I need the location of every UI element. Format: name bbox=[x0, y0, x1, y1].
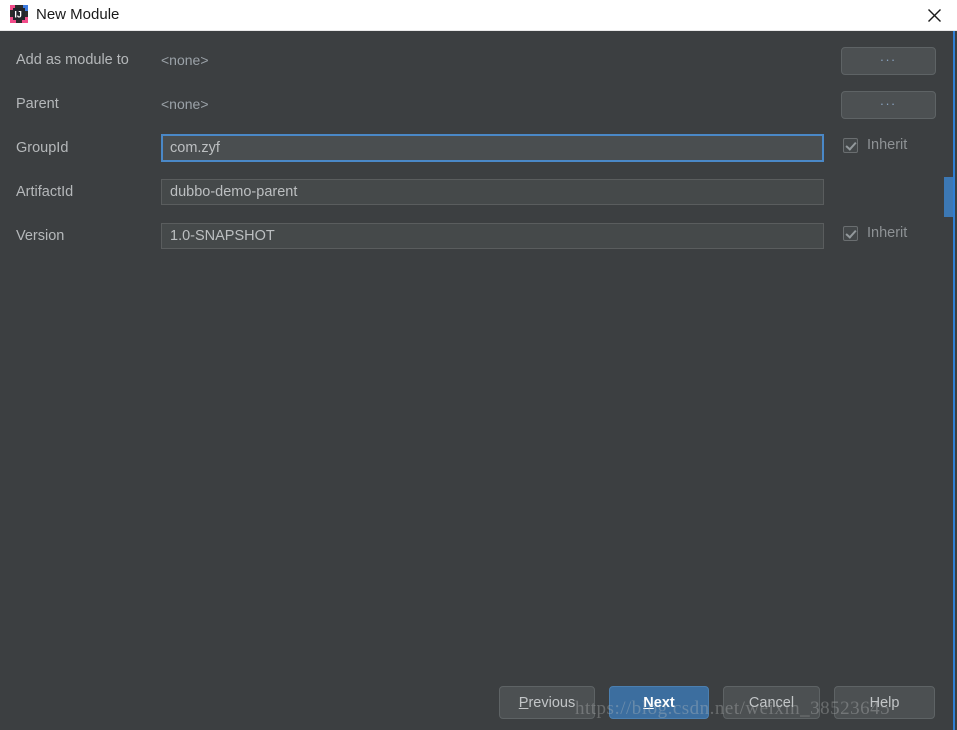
previous-button-label: revious bbox=[528, 694, 576, 711]
inherit-checkbox-version[interactable] bbox=[843, 225, 858, 241]
form-row-add-as-module-to: Add as module to <none> ... bbox=[0, 45, 957, 75]
help-button[interactable]: Help bbox=[834, 686, 935, 719]
title-bar: IJ New Module bbox=[0, 0, 957, 31]
groupid-input[interactable] bbox=[161, 134, 824, 162]
value-add-as-module-to: <none> bbox=[161, 52, 209, 68]
previous-button-mnemonic: P bbox=[518, 694, 529, 711]
intellij-idea-icon: IJ bbox=[10, 5, 28, 23]
ellipsis-icon: ... bbox=[880, 93, 897, 108]
close-icon bbox=[927, 9, 941, 22]
close-button[interactable] bbox=[911, 0, 957, 31]
next-button[interactable]: Next bbox=[609, 686, 709, 719]
artifactid-input[interactable] bbox=[161, 179, 824, 205]
window-title: New Module bbox=[36, 6, 120, 23]
previous-button[interactable]: Previous bbox=[499, 686, 595, 719]
label-groupid: GroupId bbox=[16, 140, 69, 156]
cancel-button[interactable]: Cancel bbox=[723, 686, 820, 719]
label-version: Version bbox=[16, 228, 65, 244]
module-form: Add as module to <none> ... Parent <none… bbox=[0, 31, 957, 730]
label-add-as-module-to: Add as module to bbox=[16, 52, 129, 68]
inherit-group-version[interactable]: Inherit bbox=[843, 225, 907, 241]
dialog-button-bar: Previous Next Cancel Help bbox=[0, 686, 957, 720]
form-row-artifactid: ArtifactId bbox=[0, 177, 957, 207]
browse-button-parent[interactable]: ... bbox=[841, 91, 936, 119]
inherit-label-version: Inherit bbox=[867, 225, 908, 241]
value-parent: <none> bbox=[161, 96, 209, 112]
label-artifactid: ArtifactId bbox=[16, 184, 74, 200]
form-row-version: Version Inherit bbox=[0, 221, 957, 251]
form-row-parent: Parent <none> ... bbox=[0, 89, 957, 119]
version-input[interactable] bbox=[161, 223, 824, 249]
form-row-groupid: GroupId Inherit bbox=[0, 133, 957, 163]
next-button-mnemonic: N bbox=[643, 694, 654, 711]
svg-text:IJ: IJ bbox=[14, 9, 22, 19]
inherit-checkbox-groupid[interactable] bbox=[843, 137, 858, 153]
ellipsis-icon: ... bbox=[880, 49, 897, 64]
label-parent: Parent bbox=[16, 96, 59, 112]
next-button-label: ext bbox=[653, 694, 675, 711]
inherit-group-groupid[interactable]: Inherit bbox=[843, 137, 907, 153]
new-module-dialog: IJ New Module Add as module to <none> ..… bbox=[0, 0, 957, 730]
browse-button-add-as-module-to[interactable]: ... bbox=[841, 47, 936, 75]
inherit-label-groupid: Inherit bbox=[867, 137, 908, 153]
